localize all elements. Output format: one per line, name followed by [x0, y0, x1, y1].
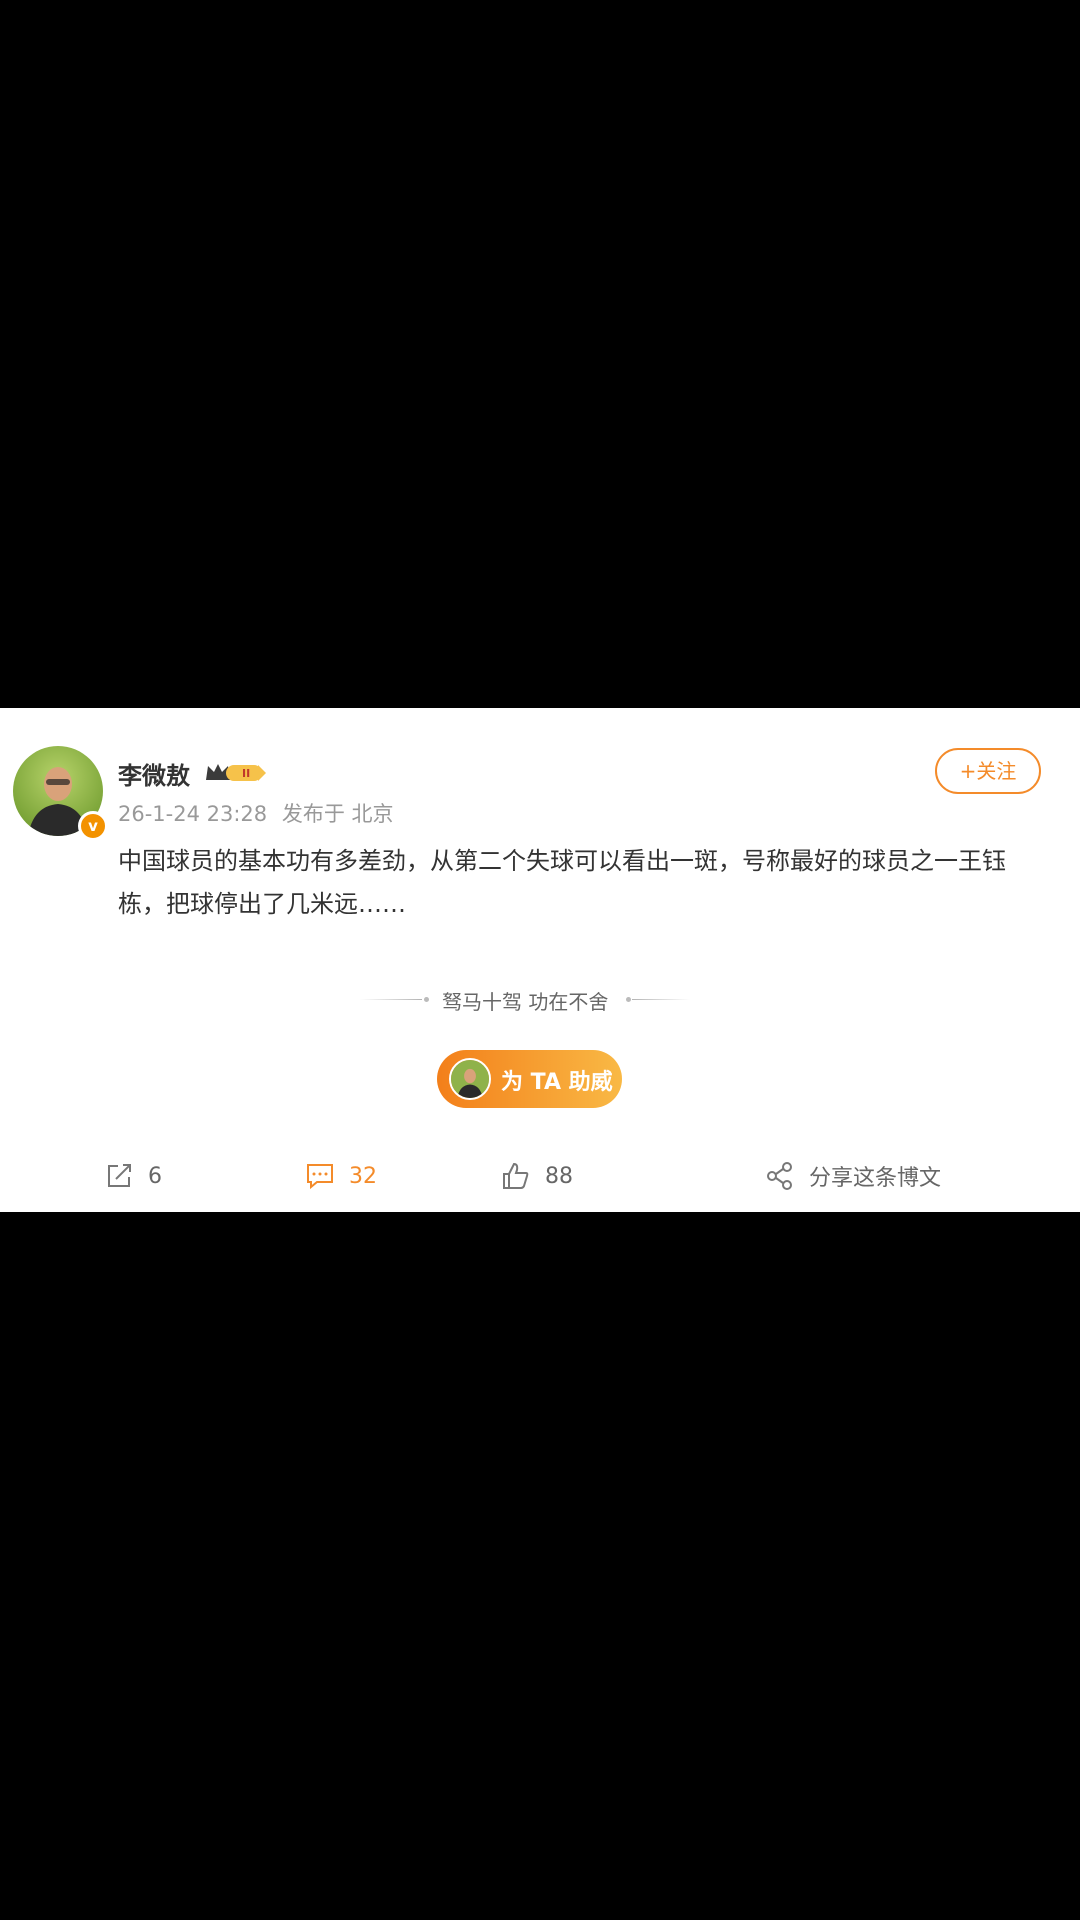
comment-icon: [307, 1164, 333, 1190]
divider-dot-right: [626, 997, 631, 1002]
verified-v-icon: v: [78, 811, 108, 841]
share-button[interactable]: 分享这条博文: [765, 1160, 941, 1192]
like-button[interactable]: 88: [501, 1160, 573, 1192]
divider-line-left: [360, 999, 422, 1000]
post-date[interactable]: 26-1-24 23:28: [118, 802, 267, 826]
post-location: 发布于 北京: [281, 802, 394, 826]
like-count: 88: [545, 1163, 573, 1189]
follow-button[interactable]: +关注: [935, 748, 1041, 794]
repost-icon: [108, 1164, 131, 1187]
share-icon: [767, 1162, 792, 1190]
weibo-post-card: v 李微敖 II 26-1-24 23:28 发布于 北京 +关注 中国球员的基…: [0, 708, 1080, 1212]
post-text: 中国球员的基本功有多差劲，从第二个失球可以看出一斑，号称最好的球员之一王钰栋，把…: [118, 847, 1006, 918]
username[interactable]: 李微敖: [118, 756, 190, 791]
cheer-avatar: [449, 1058, 491, 1100]
comment-button[interactable]: 32: [305, 1160, 377, 1192]
motto-divider: 驽马十驾 功在不舍: [360, 986, 690, 1014]
cheer-label: 为 TA 助威: [501, 1070, 613, 1095]
repost-count: 6: [148, 1163, 162, 1189]
vip-level-label: II: [242, 767, 250, 780]
divider-dot-left: [424, 997, 429, 1002]
like-icon: [503, 1162, 529, 1189]
share-label: 分享这条博文: [809, 1166, 942, 1191]
comment-count: 32: [349, 1163, 377, 1189]
cheer-button[interactable]: 为 TA 助威: [437, 1050, 622, 1108]
divider-line-right: [632, 999, 690, 1000]
post-meta: 26-1-24 23:28 发布于 北京: [118, 798, 402, 828]
repost-button[interactable]: 6: [104, 1160, 162, 1192]
motto-text: 驽马十驾 功在不舍: [442, 990, 609, 1014]
crown-icon: II: [206, 764, 266, 781]
